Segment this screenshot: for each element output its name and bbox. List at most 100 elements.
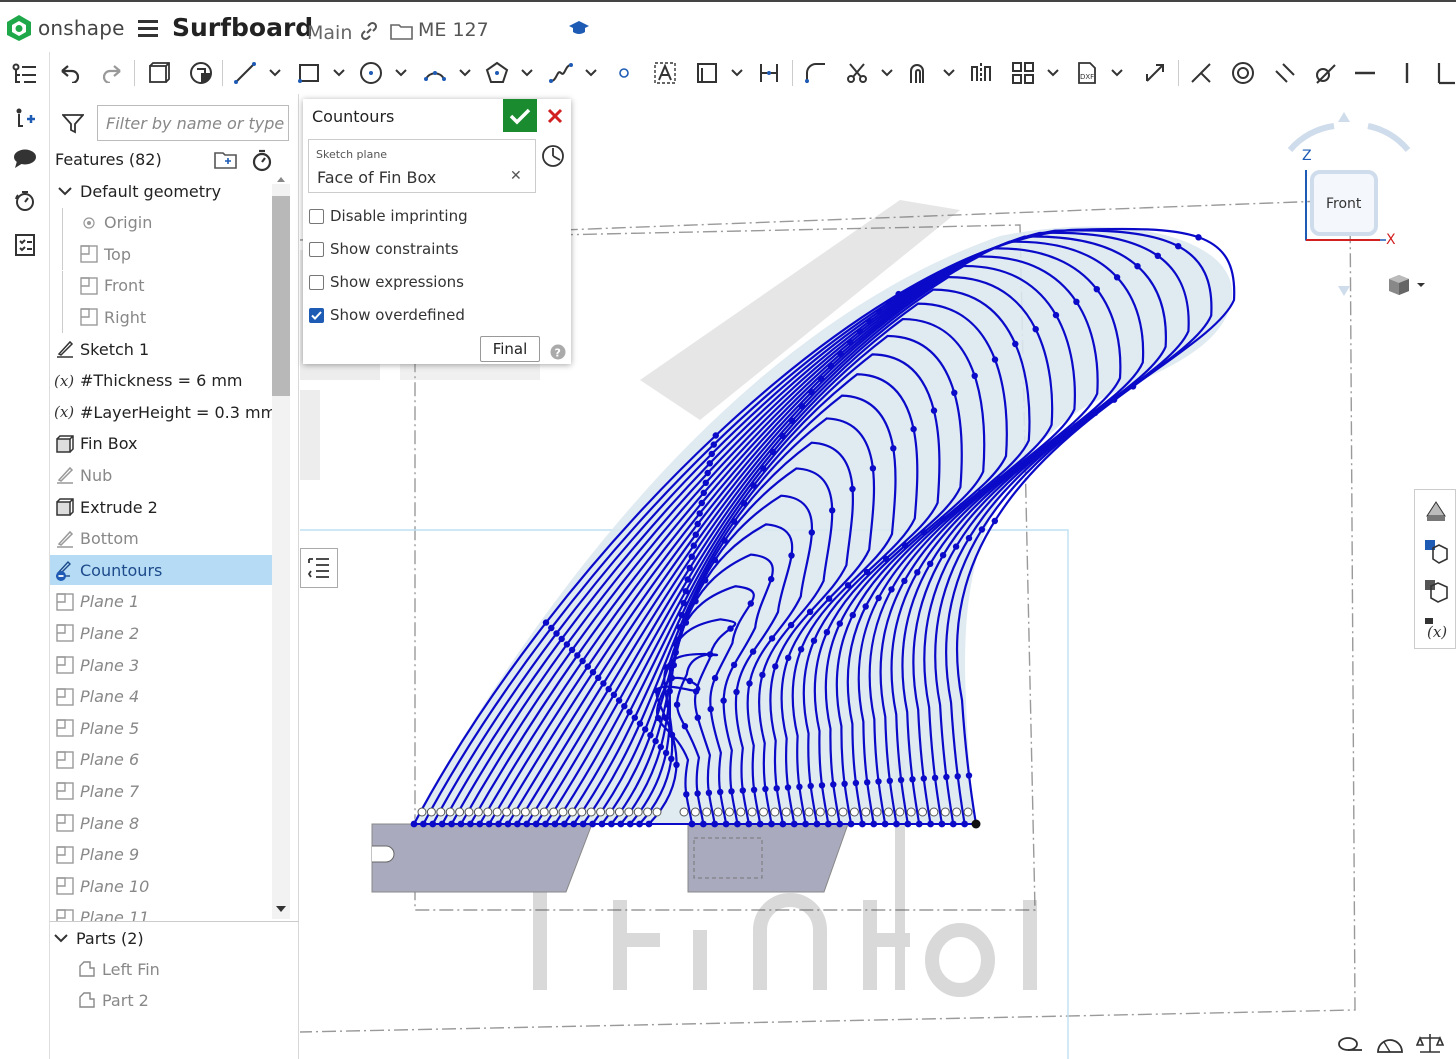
open-endpoint[interactable] [827,807,837,817]
sketch-point[interactable] [901,542,909,549]
open-endpoint[interactable] [558,807,568,817]
variables-icon[interactable]: (x) [1421,614,1451,644]
sketch-point[interactable] [910,425,917,433]
sketch-point[interactable] [682,588,689,595]
base-endpoint[interactable] [551,820,559,828]
rectangle-tool-icon[interactable] [296,58,322,88]
sketch-point[interactable] [787,621,795,629]
sketch-point[interactable] [610,691,618,698]
sketch-point[interactable] [668,674,675,682]
open-endpoint[interactable] [759,807,769,817]
sketch-point[interactable] [943,773,950,781]
open-endpoint[interactable] [793,807,803,817]
sketch-point[interactable] [574,652,581,659]
sketch-point[interactable] [991,356,999,363]
sketch-point[interactable] [808,389,815,396]
chevron-down-icon[interactable] [50,927,72,949]
offset-tool-icon[interactable] [906,58,932,88]
sketch-point[interactable] [1073,298,1080,305]
help-icon[interactable]: ? [550,344,566,364]
base-endpoint[interactable] [949,820,957,828]
sketch-point[interactable] [739,787,746,794]
open-endpoint[interactable] [455,807,465,817]
show-constraints-option[interactable]: Show constraints [309,238,459,260]
base-endpoint[interactable] [813,820,821,828]
base-endpoint[interactable] [768,820,775,828]
sketch-point[interactable] [849,485,856,493]
base-endpoint[interactable] [711,820,719,828]
sketch-point[interactable] [810,637,818,644]
text-tool-icon[interactable] [652,58,678,88]
feature-item[interactable]: (x) #Thickness = 6 mm [50,366,272,396]
feature-item[interactable]: Plane 7 [50,776,272,806]
sketch-point[interactable] [690,542,697,549]
sketch-point[interactable] [806,608,814,615]
sketch-point[interactable] [605,685,612,693]
open-endpoint[interactable] [652,807,662,817]
open-endpoint[interactable] [492,807,502,817]
base-endpoint[interactable] [608,820,615,828]
horizontal-constraint-icon[interactable] [1352,58,1378,88]
sketch-point[interactable] [684,576,691,583]
sketch-point[interactable] [1072,423,1080,430]
sketch-point[interactable] [1091,409,1099,417]
sketch-point[interactable] [939,552,947,559]
open-endpoint[interactable] [417,807,427,817]
extrude-icon[interactable] [146,58,172,88]
sketch-point[interactable] [952,543,960,550]
open-endpoint[interactable] [702,807,712,817]
disable-imprinting-option[interactable]: Disable imprinting [309,205,468,227]
appearance-icon[interactable] [1421,496,1451,526]
sketch-point[interactable] [1053,436,1061,443]
sketch-point[interactable] [548,624,555,632]
sketch-point[interactable] [823,629,831,636]
open-endpoint[interactable] [781,807,791,817]
sketch-point[interactable] [864,779,871,786]
mass-properties-icon[interactable] [1421,576,1451,606]
sketch-point[interactable] [705,789,713,796]
sketch-point[interactable] [885,299,893,306]
base-endpoint[interactable] [476,820,484,828]
parts-group[interactable]: Parts (2) [50,923,272,953]
chevron-down-icon[interactable] [458,58,472,88]
workspace-name[interactable]: Main [307,22,352,44]
sketch-point[interactable] [901,577,908,585]
base-endpoint[interactable] [420,820,427,828]
sketch-point[interactable] [672,649,679,656]
sketch-plane-orient-icon[interactable] [541,144,565,172]
sketch-point[interactable] [692,688,700,695]
sketch-point[interactable] [978,526,986,533]
point-tool-icon[interactable] [616,58,632,88]
use-icon[interactable] [188,58,214,88]
sketch-point[interactable] [686,677,693,685]
feature-item[interactable]: Plane 11 [50,903,272,921]
feature-item[interactable]: Plane 5 [50,713,272,743]
base-endpoint[interactable] [870,820,878,828]
sketch-point[interactable] [711,674,719,682]
sketch-point[interactable] [837,350,844,358]
base-endpoint[interactable] [802,820,809,828]
sketch-point[interactable] [673,701,681,708]
show-expressions-option[interactable]: Show expressions [309,271,464,293]
sketch-point[interactable] [909,776,916,783]
sketch-point[interactable] [692,531,699,538]
feature-item[interactable]: Plane 6 [50,745,272,775]
history-timer-icon[interactable] [10,186,40,216]
sketch-point[interactable] [710,441,717,448]
view-mode-cube-icon[interactable] [1387,273,1427,301]
feature-item[interactable]: Countours [50,555,272,586]
undo-icon[interactable] [58,58,82,88]
sketch-point[interactable] [779,432,786,440]
open-endpoint[interactable] [952,807,962,817]
sketch-point[interactable] [702,577,709,584]
sketch-point[interactable] [696,510,703,517]
open-endpoint[interactable] [770,807,780,817]
base-endpoint[interactable] [915,820,923,828]
sketch-point[interactable] [683,791,690,798]
pattern-tool-icon[interactable] [1010,58,1036,88]
graduation-cap-icon[interactable] [568,18,590,42]
sketch-point[interactable] [553,630,560,637]
open-endpoint[interactable] [849,807,859,817]
open-endpoint[interactable] [567,807,577,817]
show-overdefined-checkbox[interactable] [309,307,324,323]
